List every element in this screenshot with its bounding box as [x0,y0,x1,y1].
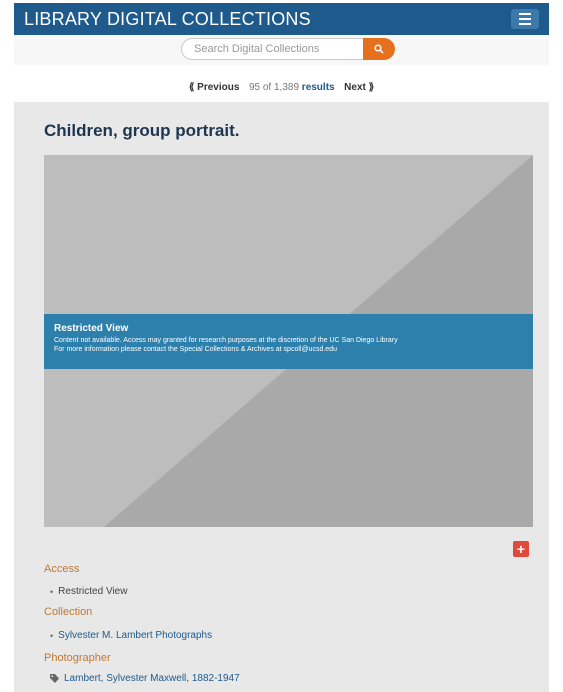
results-pager: ⟪ Previous 95 of 1,389 results Next ⟫ [0,82,563,93]
result-position: 95 of 1,389 [248,82,300,93]
site-title[interactable]: LIBRARY DIGITAL COLLECTIONS [24,9,311,30]
bullet-icon: • [50,630,54,641]
expand-button[interactable]: + [513,541,529,557]
restricted-view-banner: Restricted View Content not available. A… [44,314,533,369]
restricted-contact[interactable]: For more information please contact the … [54,345,523,354]
search-icon [374,44,384,54]
restricted-title: Restricted View [54,323,129,334]
menu-bar [519,23,531,25]
search-form [181,38,395,60]
access-value-text: Restricted View [58,586,128,597]
access-label: Access [44,563,80,575]
top-navbar: LIBRARY DIGITAL COLLECTIONS [14,3,549,35]
next-link[interactable]: Next ⟫ [344,82,374,93]
collection-link[interactable]: Sylvester M. Lambert Photographs [58,630,212,641]
bullet-icon: • [50,586,54,597]
results-link[interactable]: results [302,82,335,93]
access-value: • Restricted View [50,586,127,597]
hamburger-icon[interactable] [511,9,539,29]
photographer-link[interactable]: Lambert, Sylvester Maxwell, 1882-1947 [64,673,240,684]
search-input[interactable] [181,38,363,60]
page-title: Children, group portrait. [44,121,240,140]
plus-icon: + [516,541,526,557]
menu-bar [519,18,531,20]
collection-label: Collection [44,606,93,618]
photographer-value[interactable]: Lambert, Sylvester Maxwell, 1882-1947 [50,673,240,684]
restricted-message: Content not available. Access may grante… [54,337,398,344]
tag-icon [50,674,59,683]
previous-link[interactable]: ⟪ Previous [189,82,240,93]
menu-bar [519,13,531,15]
photographer-label: Photographer [44,652,111,664]
search-button[interactable] [363,38,395,60]
collection-value[interactable]: • Sylvester M. Lambert Photographs [50,630,212,641]
